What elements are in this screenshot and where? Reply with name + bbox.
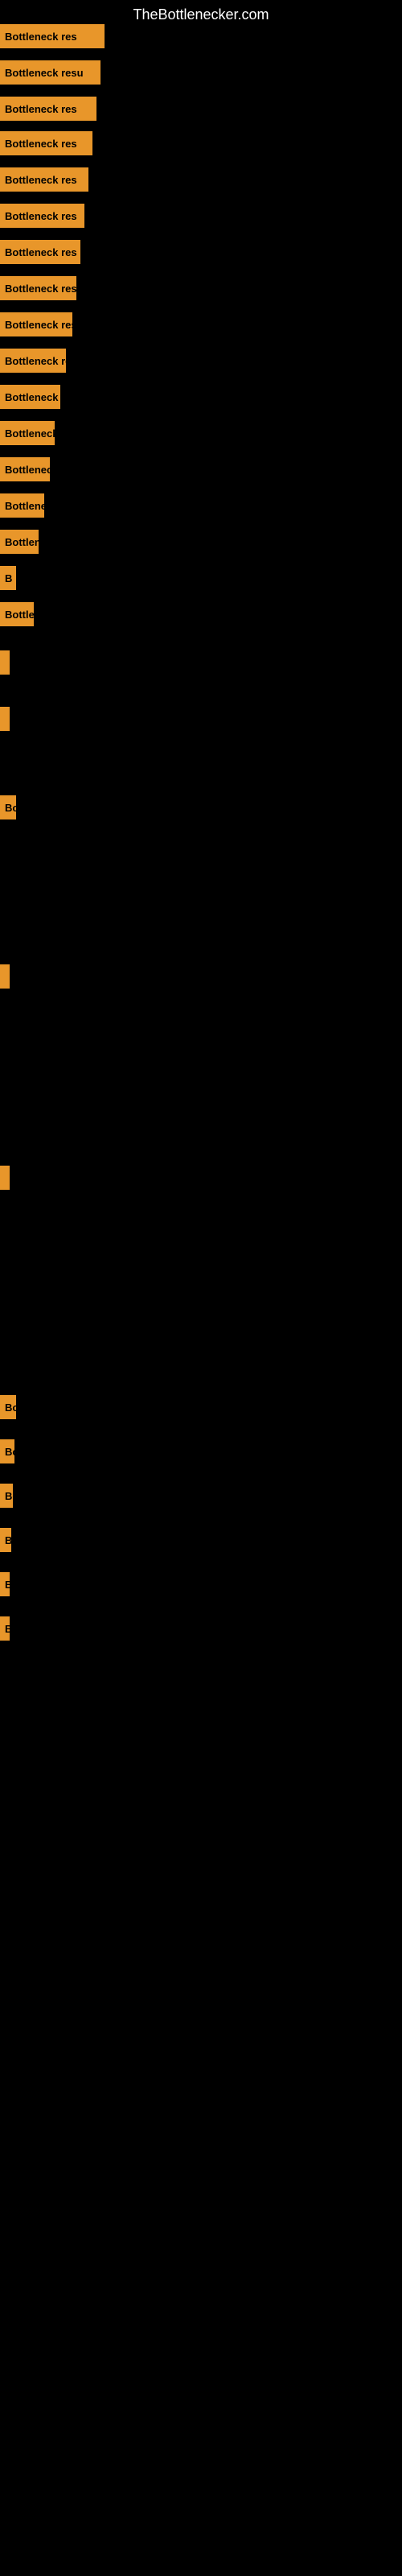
bar-label-25: Bo (0, 1484, 13, 1508)
bar-item-2: Bottleneck resu (0, 60, 100, 85)
bar-item-11: Bottleneck re (0, 385, 60, 409)
bar-item-22 (0, 1166, 6, 1190)
bar-label-2: Bottleneck resu (0, 60, 100, 85)
bar-item-1: Bottleneck res (0, 24, 105, 48)
bar-item-23: Bo (0, 1395, 16, 1419)
bar-item-13: Bottleneck r (0, 457, 50, 481)
bar-label-23: Bo (0, 1395, 16, 1419)
bar-label-1: Bottleneck res (0, 24, 105, 48)
bar-label-16: B (0, 566, 16, 590)
bar-label-9: Bottleneck res (0, 312, 72, 336)
bar-label-27: Bott (0, 1572, 10, 1596)
bar-label-11: Bottleneck re (0, 385, 60, 409)
bar-label-21 (0, 964, 10, 989)
bar-item-24: Bo (0, 1439, 14, 1463)
bar-item-25: Bo (0, 1484, 13, 1508)
bar-item-16: B (0, 566, 16, 590)
bar-item-4: Bottleneck res (0, 131, 92, 155)
bar-item-14: Bottleneck (0, 493, 44, 518)
bar-item-21 (0, 964, 6, 989)
bar-label-4: Bottleneck res (0, 131, 92, 155)
bar-item-26: Bot (0, 1528, 11, 1552)
bar-item-12: Bottleneck (0, 421, 55, 445)
bar-label-22 (0, 1166, 10, 1190)
bar-label-13: Bottleneck r (0, 457, 50, 481)
bar-label-8: Bottleneck res (0, 276, 76, 300)
bar-label-3: Bottleneck res (0, 97, 96, 121)
bar-item-6: Bottleneck res (0, 204, 84, 228)
bar-label-18 (0, 650, 10, 675)
bar-label-20: Bo (0, 795, 16, 819)
bar-item-17: Bottle (0, 602, 34, 626)
bar-label-7: Bottleneck res (0, 240, 80, 264)
bar-item-3: Bottleneck res (0, 97, 96, 121)
bar-label-15: Bottlen (0, 530, 39, 554)
bar-label-12: Bottleneck (0, 421, 55, 445)
bar-label-24: Bo (0, 1439, 14, 1463)
bar-label-19 (0, 707, 10, 731)
bar-label-10: Bottleneck re (0, 349, 66, 373)
bar-label-6: Bottleneck res (0, 204, 84, 228)
bar-label-14: Bottleneck (0, 493, 44, 518)
bar-item-28: B (0, 1616, 6, 1641)
bar-label-17: Bottle (0, 602, 34, 626)
bar-item-9: Bottleneck res (0, 312, 72, 336)
bar-label-28: B (0, 1616, 10, 1641)
bar-item-5: Bottleneck res (0, 167, 88, 192)
bar-item-18 (0, 650, 6, 675)
bar-item-20: Bo (0, 795, 16, 819)
bar-label-5: Bottleneck res (0, 167, 88, 192)
bar-item-8: Bottleneck res (0, 276, 76, 300)
bar-item-7: Bottleneck res (0, 240, 80, 264)
bar-label-26: Bot (0, 1528, 11, 1552)
bar-item-19 (0, 707, 6, 731)
bar-item-15: Bottlen (0, 530, 39, 554)
bar-item-10: Bottleneck re (0, 349, 66, 373)
bar-item-27: Bott (0, 1572, 10, 1596)
